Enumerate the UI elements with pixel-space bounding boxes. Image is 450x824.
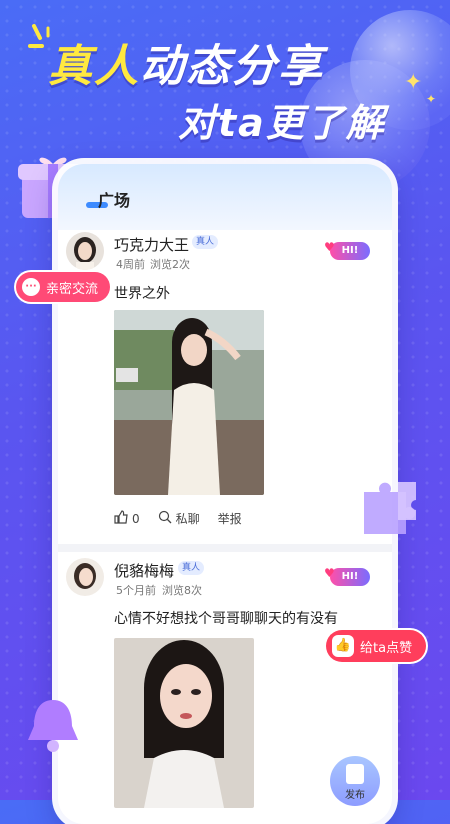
post-actions: 0 私聊 举报 — [114, 510, 242, 527]
post-views: 浏览8次 — [162, 584, 202, 597]
edit-icon — [346, 764, 364, 784]
promo-headline-line2: 对ta更了解 — [178, 101, 386, 145]
publish-button[interactable]: 发布 — [330, 756, 380, 806]
headline-highlight: 真人 — [48, 41, 140, 92]
chat-bubble-icon: ··· — [22, 278, 40, 296]
give-like-tag[interactable]: 👍 给ta点赞 — [326, 630, 427, 662]
page-header: 广场 — [58, 164, 392, 230]
puzzle-icon — [364, 482, 416, 534]
tab-plaza[interactable]: 广场 — [98, 187, 130, 211]
post-divider — [58, 544, 392, 552]
post-username[interactable]: 巧克力大王 — [114, 234, 189, 255]
intimate-chat-label: 亲密交流 — [46, 281, 99, 297]
report-button[interactable]: 举报 — [218, 510, 242, 527]
post-photo[interactable] — [114, 310, 264, 495]
give-like-label: 给ta点赞 — [360, 640, 413, 656]
feed-post: 巧克力大王 真人 4周前 浏览2次 HI! 世界之外 — [58, 230, 392, 540]
thumbs-up-icon: 👍 — [332, 635, 354, 657]
post-views: 浏览2次 — [150, 258, 190, 271]
report-label: 举报 — [217, 512, 242, 526]
promo-headline-line1: 真人动态分享 — [48, 30, 324, 94]
app-phone-frame: 广场 巧克力大王 真人 4周前 浏览2次 HI! 世界之外 — [58, 164, 392, 824]
like-button[interactable]: 0 — [114, 510, 140, 527]
say-hi-button[interactable]: HI! — [324, 564, 370, 586]
post-text: 心情不好想找个哥哥聊聊天的有没有 — [114, 611, 338, 627]
thumbs-up-icon — [114, 510, 128, 527]
publish-label: 发布 — [345, 790, 365, 801]
headline-rest: 动态分享 — [140, 41, 324, 92]
post-time: 4周前 — [116, 258, 145, 271]
post-time: 5个月前 — [116, 584, 156, 597]
post-photo[interactable] — [114, 638, 254, 808]
private-chat-label: 私聊 — [175, 512, 200, 526]
like-count: 0 — [132, 511, 140, 526]
say-hi-button[interactable]: HI! — [324, 238, 370, 260]
sparkle-icon: ✦ — [426, 92, 437, 106]
intimate-chat-tag[interactable]: ··· 亲密交流 — [16, 272, 111, 302]
sparkle-icon: ✦ — [404, 70, 423, 95]
bell-icon — [28, 700, 78, 752]
search-chat-icon — [158, 510, 172, 527]
post-username[interactable]: 倪貉梅梅 — [114, 560, 174, 581]
private-chat-button[interactable]: 私聊 — [158, 510, 200, 527]
avatar[interactable] — [66, 232, 104, 270]
avatar[interactable] — [66, 558, 104, 596]
verified-badge: 真人 — [192, 235, 219, 249]
post-text: 世界之外 — [114, 286, 170, 302]
verified-badge: 真人 — [178, 561, 205, 575]
